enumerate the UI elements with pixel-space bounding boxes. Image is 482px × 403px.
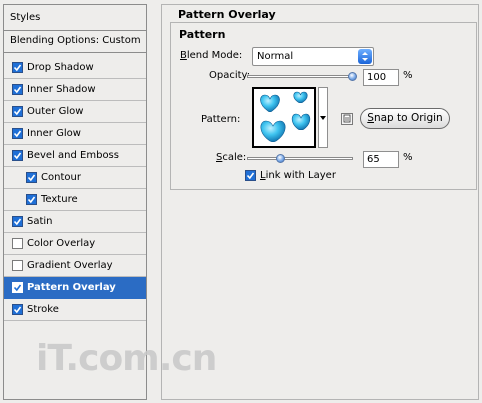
pattern-label: Pattern:: [201, 114, 241, 125]
scale-input[interactable]: 65: [363, 151, 399, 168]
color-overlay-checkbox[interactable]: [12, 238, 23, 249]
link-with-layer-checkbox[interactable]: [245, 170, 256, 181]
blending-options-item[interactable]: Blending Options: Custom: [4, 31, 146, 53]
style-item-label: Inner Glow: [27, 128, 81, 139]
style-item-label: Texture: [41, 194, 78, 205]
checkmark-icon: [13, 152, 22, 160]
style-item-inner-shadow[interactable]: Inner Shadow: [4, 79, 146, 101]
style-item-label: Satin: [27, 216, 53, 227]
blend-mode-value: Normal: [257, 51, 294, 62]
style-item-label: Gradient Overlay: [27, 260, 113, 271]
group-title: Pattern: [179, 28, 226, 41]
styles-header[interactable]: Styles: [4, 5, 146, 31]
triangle-down-icon: [320, 115, 326, 120]
texture-checkbox[interactable]: [26, 194, 37, 205]
style-item-label: Stroke: [27, 304, 59, 315]
checkmark-icon: [13, 306, 22, 314]
style-item-inner-glow[interactable]: Inner Glow: [4, 123, 146, 145]
style-item-stroke[interactable]: Stroke: [4, 299, 146, 321]
pattern-dropdown-button[interactable]: [318, 87, 328, 148]
style-item-outer-glow[interactable]: Outer Glow: [4, 101, 146, 123]
style-item-pattern-overlay[interactable]: Pattern Overlay: [4, 277, 146, 299]
opacity-unit: %: [403, 70, 413, 81]
gradient-overlay-checkbox[interactable]: [12, 260, 23, 271]
new-preset-icon[interactable]: [341, 113, 353, 125]
style-item-satin[interactable]: Satin: [4, 211, 146, 233]
drop-shadow-checkbox[interactable]: [12, 62, 23, 73]
scale-label: Scale:: [216, 152, 247, 163]
opacity-slider[interactable]: [247, 75, 353, 78]
contour-checkbox[interactable]: [26, 172, 37, 183]
link-with-layer-label[interactable]: Link with Layer: [260, 170, 336, 181]
blend-mode-select[interactable]: Normal: [252, 47, 374, 66]
checkmark-icon: [13, 86, 22, 94]
panel-title: Pattern Overlay: [178, 8, 276, 21]
watermark-logo: iT.com.cn: [36, 338, 217, 379]
scale-unit: %: [403, 152, 413, 163]
opacity-label: Opacity:: [209, 70, 251, 81]
opacity-slider-thumb[interactable]: [348, 72, 357, 81]
checkmark-icon: [27, 196, 36, 204]
checkmark-icon: [13, 130, 22, 138]
updown-arrows-icon[interactable]: [358, 49, 372, 64]
opacity-input[interactable]: 100: [363, 69, 399, 86]
checkmark-icon: [27, 174, 36, 182]
hearts-pattern-image: [260, 91, 311, 143]
checkmark-icon: [13, 284, 22, 292]
style-item-label: Outer Glow: [27, 106, 84, 117]
inner-glow-checkbox[interactable]: [12, 128, 23, 139]
checkmark-icon: [245, 170, 256, 181]
style-item-label: Inner Shadow: [27, 84, 96, 95]
outer-glow-checkbox[interactable]: [12, 106, 23, 117]
style-item-drop-shadow[interactable]: Drop Shadow: [4, 57, 146, 79]
style-item-label: Pattern Overlay: [27, 282, 116, 293]
snap-to-origin-button[interactable]: Snap to Origin: [360, 108, 450, 129]
scale-slider[interactable]: [247, 157, 353, 160]
satin-checkbox[interactable]: [12, 216, 23, 227]
style-item-color-overlay[interactable]: Color Overlay: [4, 233, 146, 255]
style-item-gradient-overlay[interactable]: Gradient Overlay: [4, 255, 146, 277]
style-item-texture[interactable]: Texture: [4, 189, 146, 211]
style-item-label: Contour: [41, 172, 81, 183]
bevel-and-emboss-checkbox[interactable]: [12, 150, 23, 161]
stroke-checkbox[interactable]: [12, 304, 23, 315]
style-item-label: Drop Shadow: [27, 62, 94, 73]
style-item-contour[interactable]: Contour: [4, 167, 146, 189]
style-item-label: Bevel and Emboss: [27, 150, 119, 161]
blend-mode-label: Blend Mode:: [180, 50, 243, 61]
style-item-bevel-and-emboss[interactable]: Bevel and Emboss: [4, 145, 146, 167]
inner-shadow-checkbox[interactable]: [12, 84, 23, 95]
style-item-label: Color Overlay: [27, 238, 96, 249]
pattern-group: Pattern Blend Mode: Normal Opacity: 100 …: [170, 22, 477, 190]
pattern-overlay-checkbox[interactable]: [12, 282, 23, 293]
scale-slider-thumb[interactable]: [275, 154, 285, 163]
checkmark-icon: [13, 64, 22, 72]
checkmark-icon: [13, 218, 22, 226]
checkmark-icon: [13, 108, 22, 116]
pattern-swatch[interactable]: [252, 87, 316, 148]
